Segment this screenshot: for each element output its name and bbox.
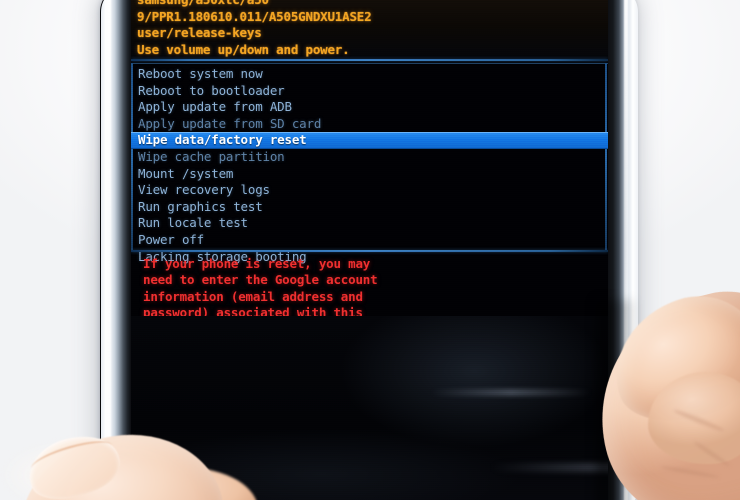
screen-reflection-streak-secondary — [491, 463, 608, 472]
recovery-menu[interactable]: Reboot system now Reboot to bootloader App… — [131, 66, 608, 265]
menu-item-wipe-data-factory-reset[interactable]: Wipe data/factory reset — [131, 132, 608, 149]
warning-line-6: again. — [143, 337, 187, 353]
phone-left-edge-highlight — [107, 0, 111, 500]
menu-item-reboot-system-now[interactable]: Reboot system now — [131, 66, 608, 83]
warning-line-3: information (email address and — [143, 288, 363, 304]
menu-item-power-off[interactable]: Power off — [131, 232, 608, 249]
phone-left-bezel-edge — [101, 0, 131, 500]
screenshot-stage: Android Recovery samsung/a50xtc/a50 9/PP… — [0, 0, 740, 500]
warning-line-2: need to enter the Google account — [143, 272, 378, 288]
recovery-header: Android Recovery samsung/a50xtc/a50 9/PP… — [131, 0, 608, 58]
header-menu-separator-thin — [131, 63, 608, 64]
menu-item-apply-update-from-adb[interactable]: Apply update from ADB — [131, 99, 608, 116]
menu-item-reboot-to-bootloader[interactable]: Reboot to bootloader — [131, 83, 608, 100]
recovery-header-line-instructions: Use volume up/down and power. — [137, 41, 350, 57]
warning-line-1: If your phone is reset, you may — [143, 256, 371, 271]
screen-reflection-streak — [431, 389, 591, 396]
recovery-header-line-build: 9/PPR1.180610.011/A505GNDXU1ASE2 — [137, 8, 372, 24]
phone-screen[interactable]: Android Recovery samsung/a50xtc/a50 9/PP… — [131, 0, 608, 500]
menu-item-run-graphics-test[interactable]: Run graphics test — [131, 199, 608, 216]
warning-line-5: phone to be able to use it — [143, 321, 334, 337]
menu-item-wipe-cache-partition[interactable]: Wipe cache partition — [131, 149, 608, 166]
menu-item-run-locale-test[interactable]: Run locale test — [131, 215, 608, 232]
header-menu-separator — [131, 59, 608, 61]
menu-item-apply-update-from-sd-card[interactable]: Apply update from SD card — [131, 116, 608, 133]
menu-item-view-recovery-logs[interactable]: View recovery logs — [131, 182, 608, 199]
menu-warning-separator — [131, 250, 608, 252]
recovery-header-line-device: samsung/a50xtc/a50 — [137, 0, 604, 9]
warning-line-4: password) associated with this — [143, 304, 363, 320]
recovery-header-line-keys: user/release-keys — [137, 25, 262, 40]
menu-item-mount-system[interactable]: Mount /system — [131, 166, 608, 183]
factory-reset-warning: If your phone is reset, you may need to e… — [131, 256, 608, 354]
